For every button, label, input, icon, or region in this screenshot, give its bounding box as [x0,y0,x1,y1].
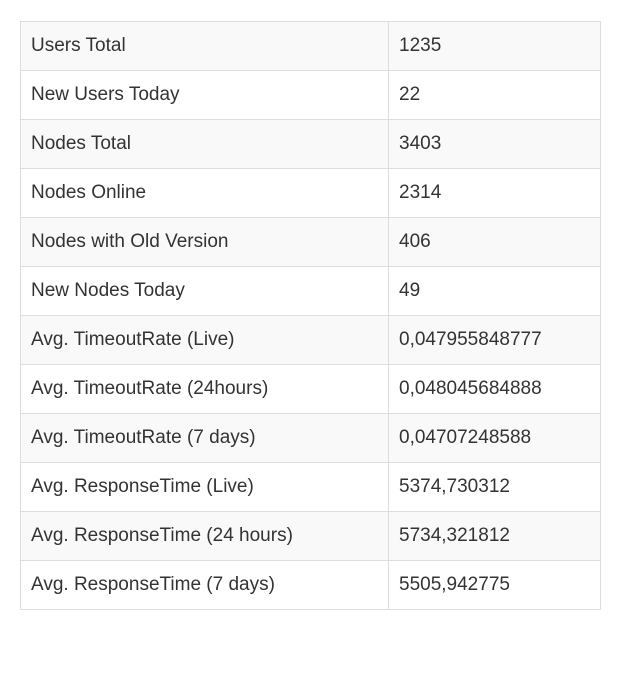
metric-label-cell: Nodes Online [20,168,389,218]
table-row: Avg. TimeoutRate (24hours) 0,048045684888 [20,364,601,414]
metric-value-cell: 5734,321812 [388,511,601,561]
metric-value-cell: 3403 [388,119,601,169]
statistics-table: Users Total 1235 New Users Today 22 Nodes To… [20,21,601,610]
metric-value-cell: 5374,730312 [388,462,601,512]
metric-label-cell: Users Total [20,21,389,71]
metric-value-cell: 0,048045684888 [388,364,601,414]
metric-value-cell: 406 [388,217,601,267]
metric-value-cell: 5505,942775 [388,560,601,610]
table-row: Nodes Total 3403 [20,119,601,169]
table-row: New Nodes Today 49 [20,266,601,316]
metric-value-cell: 22 [388,70,601,120]
statistics-table-body: Users Total 1235 New Users Today 22 Nodes To… [20,21,601,610]
metric-label-cell: Nodes Total [20,119,389,169]
metric-value-cell: 1235 [388,21,601,71]
table-row: Nodes with Old Version 406 [20,217,601,267]
metric-label-cell: Avg. ResponseTime (Live) [20,462,389,512]
table-row: Avg. TimeoutRate (7 days) 0,04707248588 [20,413,601,463]
table-row: Avg. ResponseTime (7 days) 5505,942775 [20,560,601,610]
metric-value-cell: 2314 [388,168,601,218]
metric-label-cell: Avg. TimeoutRate (7 days) [20,413,389,463]
metric-label-cell: Nodes with Old Version [20,217,389,267]
metric-label-cell: Avg. TimeoutRate (24hours) [20,364,389,414]
metric-value-cell: 0,047955848777 [388,315,601,365]
stats-page: Users Total 1235 New Users Today 22 Nodes To… [0,0,622,678]
metric-label-cell: Avg. ResponseTime (24 hours) [20,511,389,561]
table-row: Avg. ResponseTime (Live) 5374,730312 [20,462,601,512]
metric-label-cell: New Nodes Today [20,266,389,316]
metric-value-cell: 49 [388,266,601,316]
table-row: Avg. TimeoutRate (Live) 0,047955848777 [20,315,601,365]
metric-label-cell: Avg. TimeoutRate (Live) [20,315,389,365]
table-row: New Users Today 22 [20,70,601,120]
table-row: Avg. ResponseTime (24 hours) 5734,321812 [20,511,601,561]
table-row: Nodes Online 2314 [20,168,601,218]
metric-label-cell: Avg. ResponseTime (7 days) [20,560,389,610]
metric-value-cell: 0,04707248588 [388,413,601,463]
table-row: Users Total 1235 [20,21,601,71]
metric-label-cell: New Users Today [20,70,389,120]
